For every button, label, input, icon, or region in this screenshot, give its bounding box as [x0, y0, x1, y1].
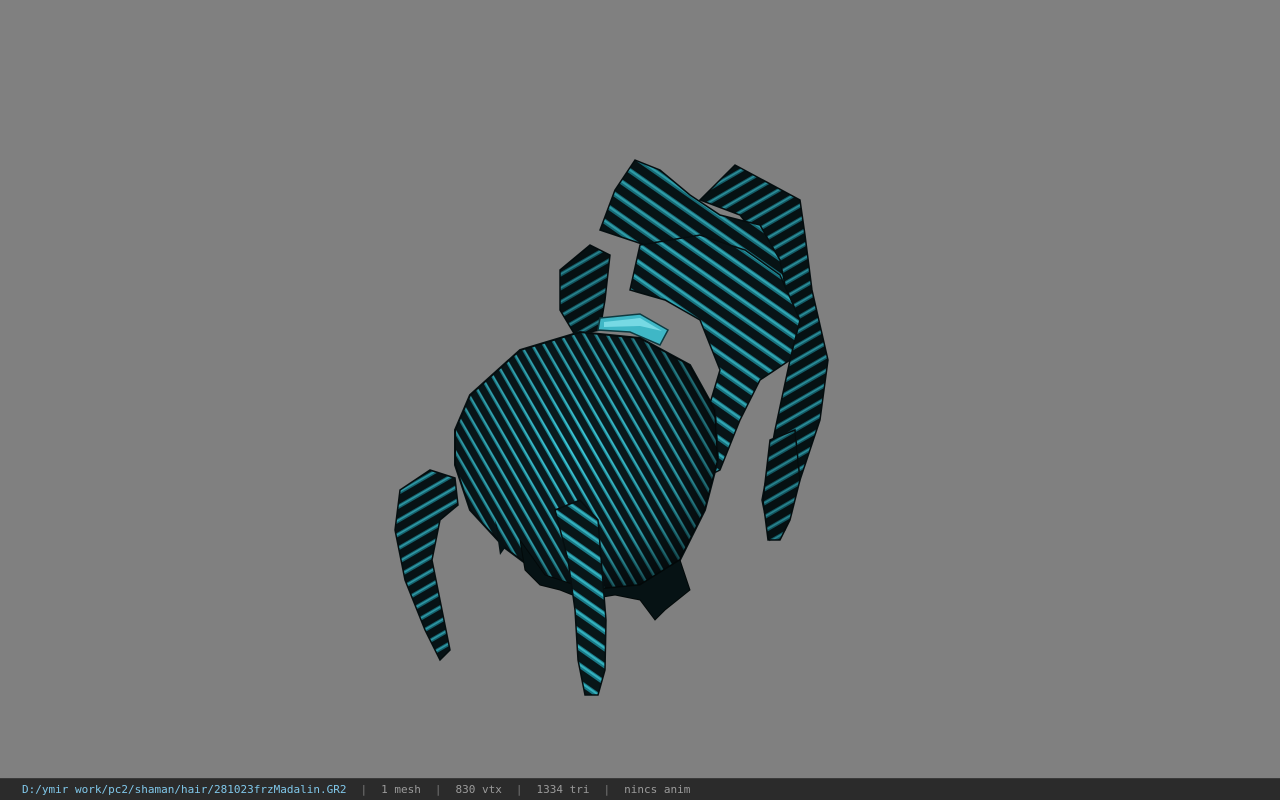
file-path: D:/ymir work/pc2/shaman/hair/281023frzMa… [22, 783, 347, 796]
separator: | [603, 783, 611, 796]
separator: | [360, 783, 368, 796]
3d-viewport[interactable] [0, 0, 1280, 778]
status-bar: D:/ymir work/pc2/shaman/hair/281023frzMa… [0, 778, 1280, 800]
triangle-count: 1334 tri [536, 783, 590, 796]
separator: | [434, 783, 442, 796]
mesh-count: 1 mesh [381, 783, 421, 796]
animation-status: nincs anim [624, 783, 691, 796]
model-render [394, 159, 829, 696]
separator: | [515, 783, 523, 796]
vertex-count: 830 vtx [455, 783, 502, 796]
